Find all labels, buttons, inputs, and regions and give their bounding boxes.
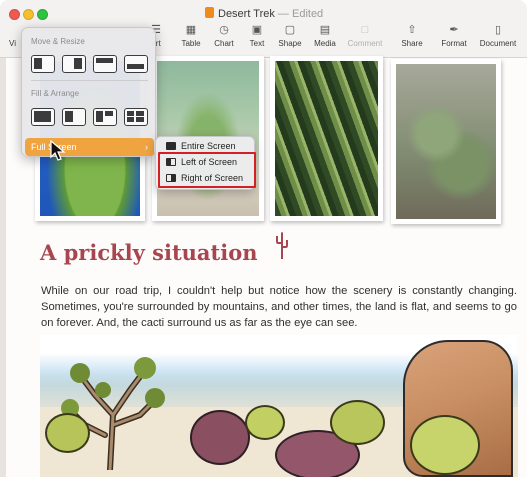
zoom-window-button[interactable] (37, 9, 48, 20)
shrub (245, 405, 285, 440)
desert-illustration[interactable] (40, 335, 518, 477)
highlight-annotation-box (158, 152, 256, 188)
toolbar-chart-label: Chart (214, 39, 234, 48)
tile-top-half-icon[interactable] (93, 55, 117, 73)
tile-bottom-half-icon[interactable] (124, 55, 148, 73)
fill-arrange-label: Fill & Arrange (31, 89, 80, 98)
toolbar-document[interactable]: ▯ Document (475, 24, 521, 48)
arrange-split-icon[interactable] (93, 108, 117, 126)
toolbar-shape-label: Shape (278, 39, 302, 48)
window-tile-menu: Move & Resize Fill & Arrange Full Screen… (21, 27, 156, 157)
section-heading[interactable]: A prickly situation (40, 240, 258, 265)
arrange-left-right-icon[interactable] (62, 108, 86, 126)
menu-divider (31, 80, 148, 81)
toolbar-comment[interactable]: □ Comment (342, 24, 388, 48)
pages-doc-icon (205, 7, 214, 18)
joshua-tree-drawing (61, 357, 165, 470)
document-icon: ▯ (494, 24, 502, 36)
shrub (410, 415, 480, 475)
desktop-edge (0, 0, 6, 477)
arrange-quarters-icon[interactable] (124, 108, 148, 126)
window-title: Desert Trek — Edited (205, 7, 375, 20)
toolbar-format[interactable]: ✒ Format (431, 24, 477, 48)
body-paragraph[interactable]: While on our road trip, I couldn't help … (41, 283, 517, 331)
edited-status: Edited (291, 8, 324, 20)
title-separator: — (277, 8, 289, 20)
shrub (190, 410, 250, 465)
toolbar-table-label: Table (181, 39, 201, 48)
entire-screen-label: Entire Screen (181, 141, 236, 151)
fill-screen-icon[interactable] (31, 108, 55, 126)
toolbar-text-label: Text (249, 39, 265, 48)
share-icon: ⇧ (407, 24, 417, 36)
toolbar-share[interactable]: ⇧ Share (389, 24, 435, 48)
toolbar-share-label: Share (401, 39, 423, 48)
toolbar-view-partial[interactable]: Vi (9, 39, 16, 48)
move-resize-label: Move & Resize (31, 37, 85, 46)
comment-icon: □ (361, 24, 369, 36)
document-name: Desert Trek (218, 8, 275, 20)
photo-cactus-closeup[interactable] (270, 56, 383, 221)
tile-left-half-icon[interactable] (31, 55, 55, 73)
photo-prickly-pear-rocks[interactable] (391, 59, 501, 224)
mouse-pointer-icon (50, 140, 66, 161)
format-icon: ✒ (449, 24, 459, 36)
toolbar-format-label: Format (441, 39, 467, 48)
toolbar-comment-label: Comment (347, 39, 383, 48)
entire-screen-icon (166, 142, 176, 150)
shrub (330, 400, 385, 445)
pages-window: Desert Trek — Edited Vi ☰ ert ▦ Table ◷ … (0, 0, 527, 477)
toolbar-document-label: Document (479, 39, 517, 48)
toolbar-media-label: Media (314, 39, 336, 48)
close-window-button[interactable] (9, 9, 20, 20)
shrub (45, 413, 90, 453)
chevron-right-icon: › (145, 142, 148, 152)
full-screen-menu-item[interactable]: Full Screen › (25, 138, 154, 156)
cactus-icon (275, 231, 289, 267)
tile-right-half-icon[interactable] (62, 55, 86, 73)
minimize-window-button[interactable] (23, 9, 34, 20)
